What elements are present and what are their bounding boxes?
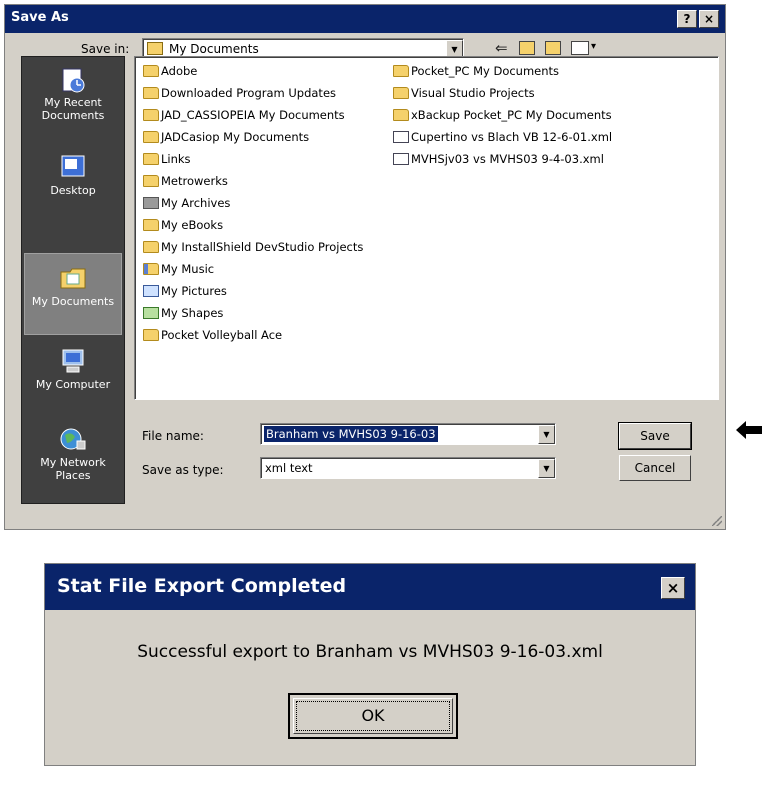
save-in-label: Save in: [81,42,130,56]
dialog-title: Stat File Export Completed [57,575,347,597]
list-item[interactable]: Visual Studio Projects [393,82,612,104]
folder-icon [143,152,159,165]
view-menu-chevron-icon[interactable]: ▾ [591,41,596,52]
title-bar[interactable]: Save As ? × [5,5,725,33]
list-item[interactable]: My Music [143,258,363,280]
list-item[interactable]: Links [143,148,363,170]
list-item[interactable]: JADCasiop My Documents [143,126,363,148]
list-item[interactable]: My Archives [143,192,363,214]
list-item[interactable]: Metrowerks [143,170,363,192]
place-label: My Computer [35,378,111,391]
folder-icon [393,64,409,77]
file-list[interactable]: Adobe Downloaded Program Updates JAD_CAS… [134,56,719,400]
folder-icon [143,174,159,187]
save-as-type-value: xml text [265,461,313,475]
save-in-value: My Documents [169,42,259,56]
list-item[interactable]: Pocket_PC My Documents [393,60,612,82]
place-label: My Documents [31,295,115,308]
folder-icon [393,108,409,121]
file-name-value: Branham vs MVHS03 9-16-03 [264,426,438,442]
list-item[interactable]: Downloaded Program Updates [143,82,363,104]
place-label: My Recent Documents [41,96,105,122]
new-folder-icon[interactable] [545,41,561,55]
export-completed-dialog: Stat File Export Completed × Successful … [44,563,696,766]
resize-grip-icon[interactable] [712,516,722,526]
save-as-dialog: Save As ? × Save in: My Documents ▼ ⇐ ▾ … [4,4,726,530]
folder-icon [393,86,409,99]
place-my-recent-documents[interactable]: My Recent Documents [24,65,122,122]
xml-file-icon [393,152,409,165]
back-arrow-icon[interactable]: ⇐ [495,39,508,57]
archives-icon [143,196,159,209]
export-message: Successful export to Branham vs MVHS03 9… [137,642,603,662]
cancel-button[interactable]: Cancel [619,455,691,481]
ok-button[interactable]: OK [288,693,458,739]
ok-button-label: OK [296,701,450,731]
place-my-computer[interactable]: My Computer [24,347,122,391]
list-item[interactable]: My Shapes [143,302,363,324]
help-button[interactable]: ? [677,10,697,28]
my-documents-small-icon [147,42,163,55]
chevron-down-icon[interactable]: ▼ [538,459,555,478]
folder-icon [143,218,159,231]
file-list-column: Pocket_PC My Documents Visual Studio Pro… [393,60,612,170]
network-places-icon [60,428,86,450]
file-name-input[interactable]: Branham vs MVHS03 9-16-03 ▼ [260,423,556,445]
save-button[interactable]: Save [618,422,692,450]
chevron-down-icon[interactable]: ▼ [538,425,555,444]
close-button[interactable]: × [661,577,685,599]
list-item[interactable]: Adobe [143,60,363,82]
place-desktop[interactable]: Desktop [24,153,122,197]
file-list-column: Adobe Downloaded Program Updates JAD_CAS… [143,60,363,346]
list-item[interactable]: Cupertino vs Blach VB 12-6-01.xml [393,126,612,148]
my-computer-icon [62,349,84,373]
save-as-type-dropdown[interactable]: xml text ▼ [260,457,556,479]
view-menu-icon[interactable] [571,41,589,55]
desktop-icon [61,155,85,177]
folder-icon [143,64,159,77]
folder-icon [143,240,159,253]
up-folder-icon[interactable] [519,41,535,55]
folder-icon [143,86,159,99]
save-as-type-label: Save as type: [142,463,224,477]
list-item[interactable]: xBackup Pocket_PC My Documents [393,104,612,126]
place-my-documents[interactable]: My Documents [24,253,122,335]
file-name-label: File name: [142,429,204,443]
my-documents-icon [60,268,86,289]
pictures-folder-icon [143,284,159,297]
list-item[interactable]: MVHSjv03 vs MVHS03 9-4-03.xml [393,148,612,170]
xml-file-icon [393,130,409,143]
list-item[interactable]: My InstallShield DevStudio Projects [143,236,363,258]
list-item[interactable]: My eBooks [143,214,363,236]
list-item[interactable]: My Pictures [143,280,363,302]
dialog-title: Save As [11,10,69,25]
pointer-arrow-icon [736,421,762,439]
places-bar: My Recent Documents Desktop My Documents… [21,56,125,504]
recent-documents-icon [62,68,85,93]
list-item[interactable]: JAD_CASSIOPEIA My Documents [143,104,363,126]
title-bar[interactable]: Stat File Export Completed × [45,564,695,610]
folder-icon [143,130,159,143]
music-folder-icon [143,262,159,275]
shapes-folder-icon [143,306,159,319]
folder-icon [143,328,159,341]
place-my-network-places[interactable]: My Network Places [24,425,122,482]
list-item[interactable]: Pocket Volleyball Ace [143,324,363,346]
place-label: My Network Places [40,456,106,482]
place-label: Desktop [50,184,96,197]
close-button[interactable]: × [699,10,719,28]
folder-icon [143,108,159,121]
